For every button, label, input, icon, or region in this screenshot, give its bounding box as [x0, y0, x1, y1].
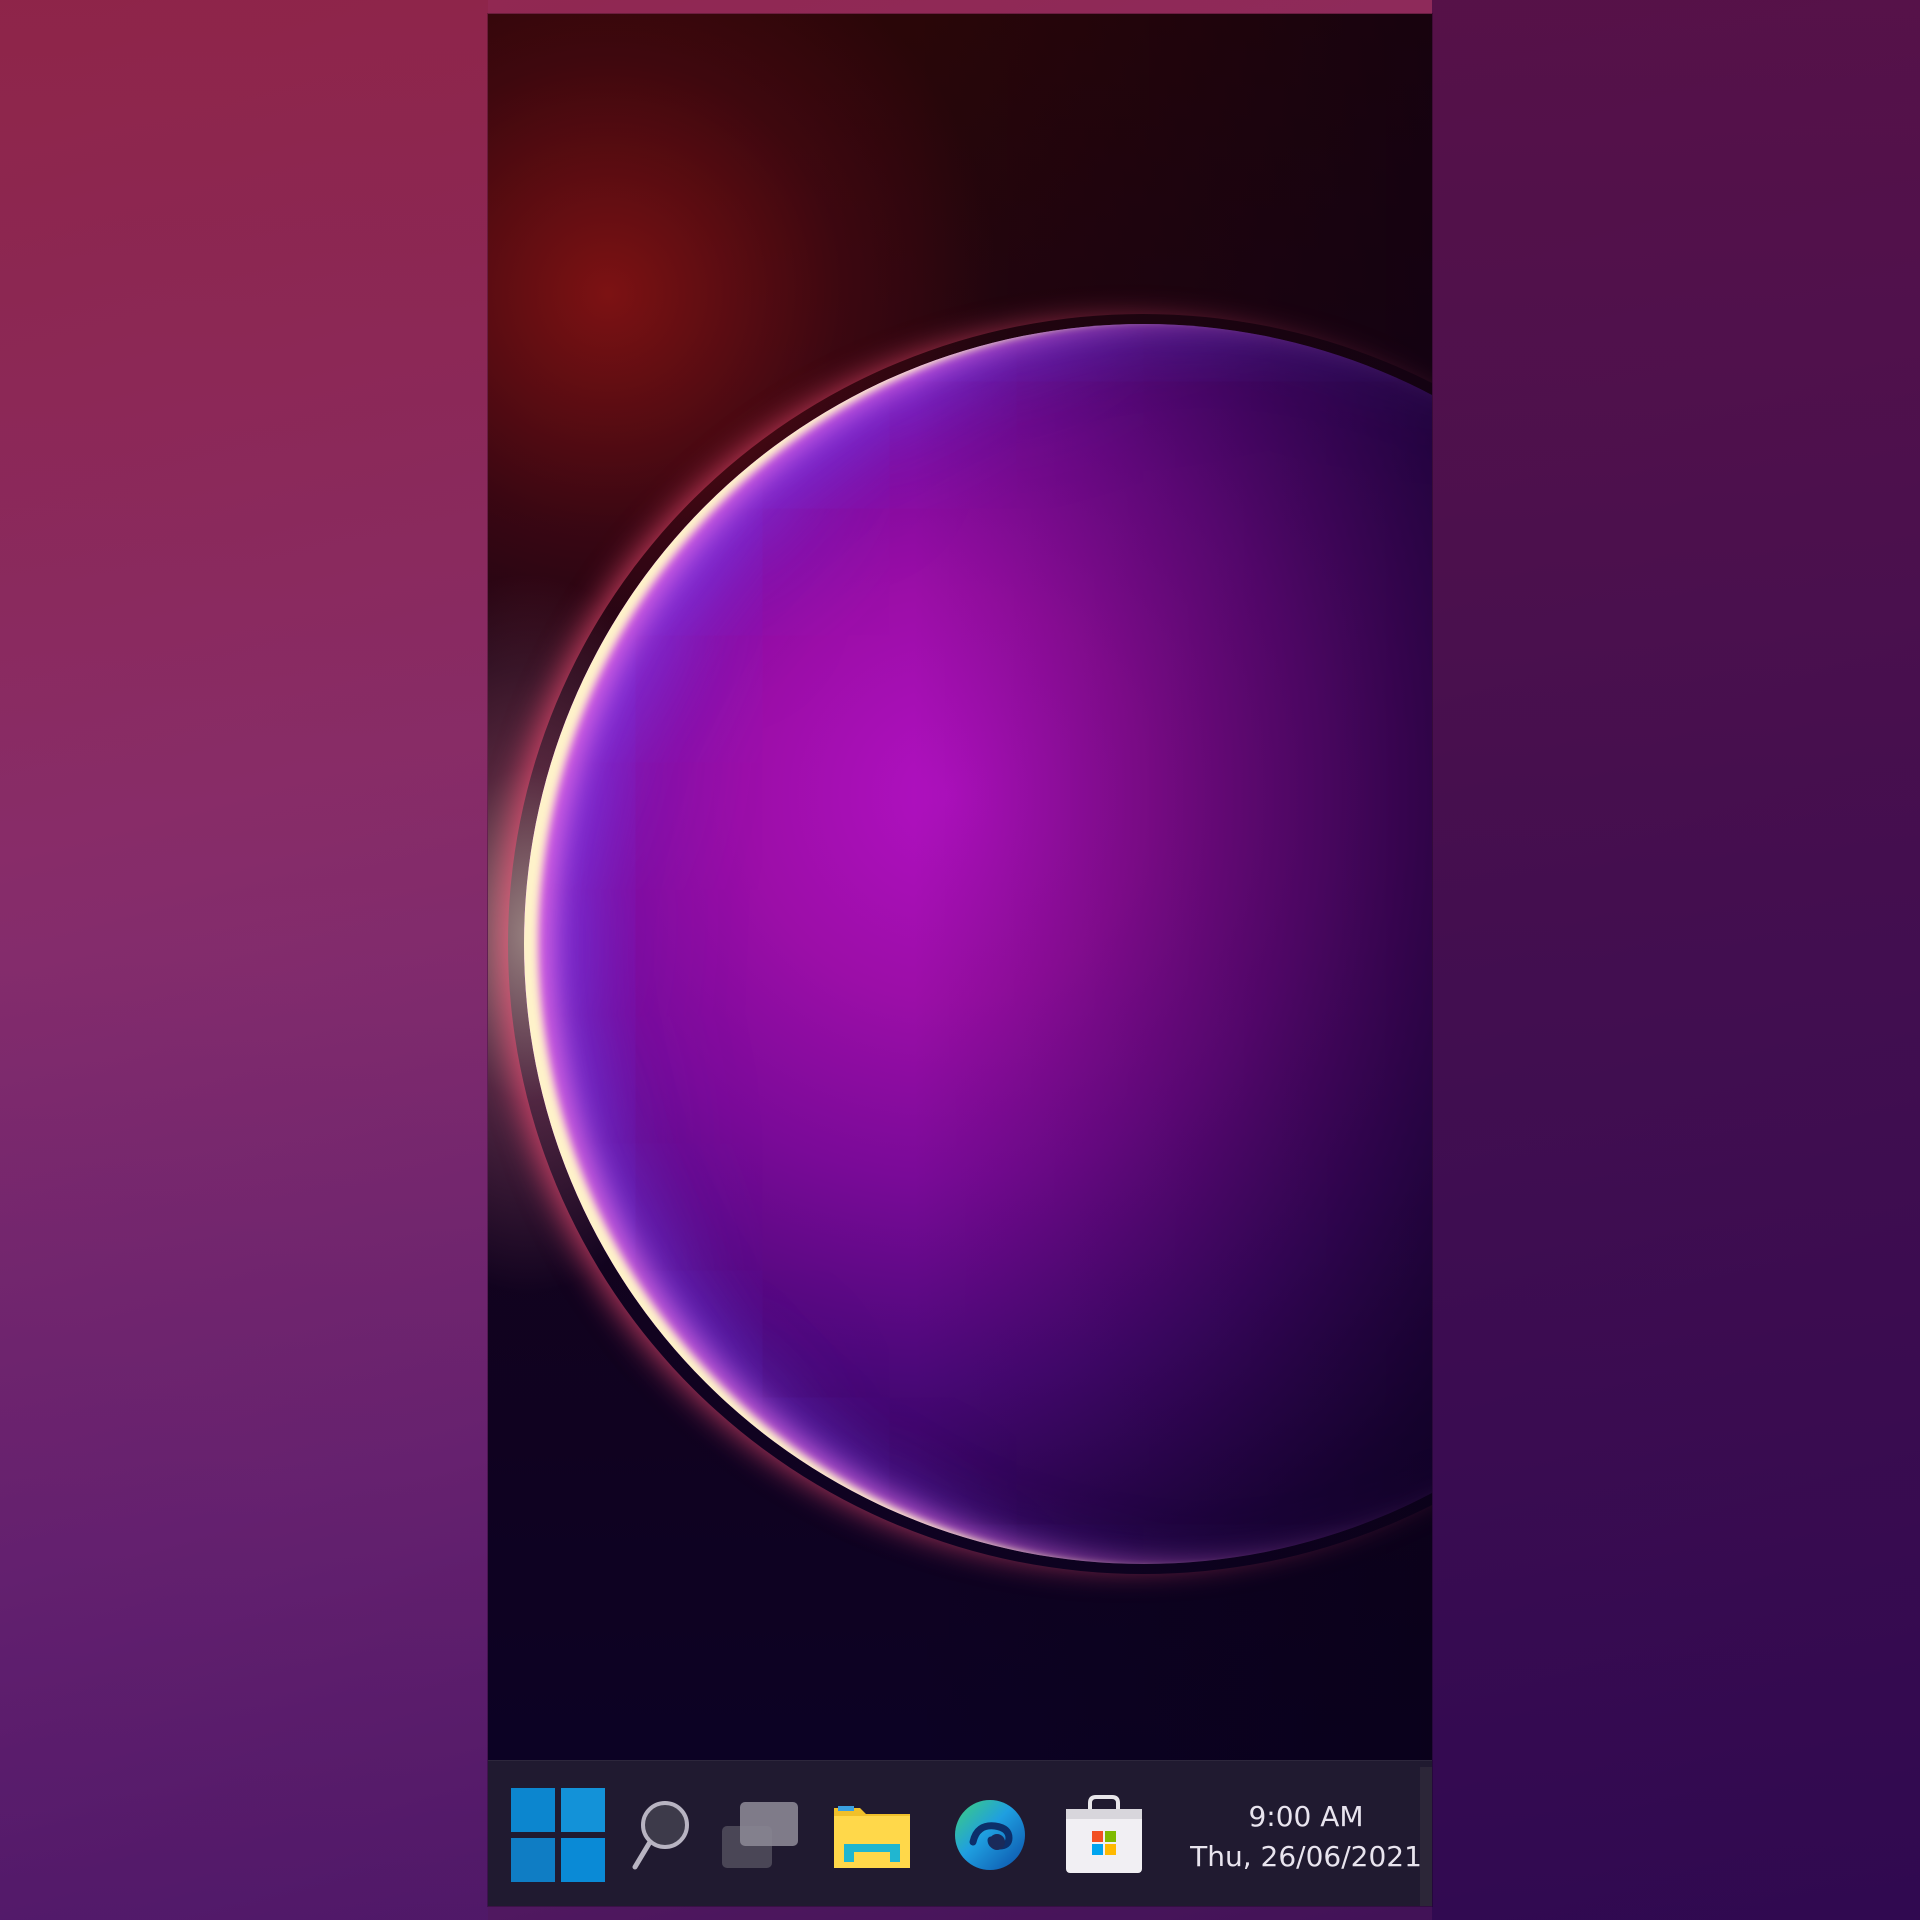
- start-button[interactable]: [510, 1787, 606, 1883]
- wallpaper: [488, 14, 1432, 1760]
- store-bag-icon: [1066, 1795, 1142, 1873]
- file-explorer-button[interactable]: [824, 1787, 920, 1883]
- desktop-background-left: [0, 0, 488, 1920]
- task-view-button[interactable]: [712, 1787, 808, 1883]
- search-icon: [632, 1801, 689, 1870]
- windows-logo-icon: [511, 1788, 605, 1882]
- desktop-background-right: [1432, 0, 1920, 1920]
- edge-button[interactable]: [942, 1787, 1038, 1883]
- clock-date: Thu, 26/06/2021: [1190, 1840, 1422, 1873]
- edge-icon: [955, 1800, 1025, 1870]
- phone-screen: 9:00 AM Thu, 26/06/2021: [488, 14, 1432, 1906]
- system-clock[interactable]: 9:00 AM Thu, 26/06/2021: [1188, 1797, 1424, 1877]
- task-view-icon: [722, 1802, 798, 1868]
- clock-time: 9:00 AM: [1248, 1800, 1364, 1833]
- store-button[interactable]: [1056, 1787, 1152, 1883]
- search-button[interactable]: [612, 1787, 708, 1883]
- show-desktop-edge[interactable]: [1420, 1767, 1432, 1906]
- folder-icon: [834, 1806, 910, 1868]
- taskbar: 9:00 AM Thu, 26/06/2021: [488, 1760, 1432, 1906]
